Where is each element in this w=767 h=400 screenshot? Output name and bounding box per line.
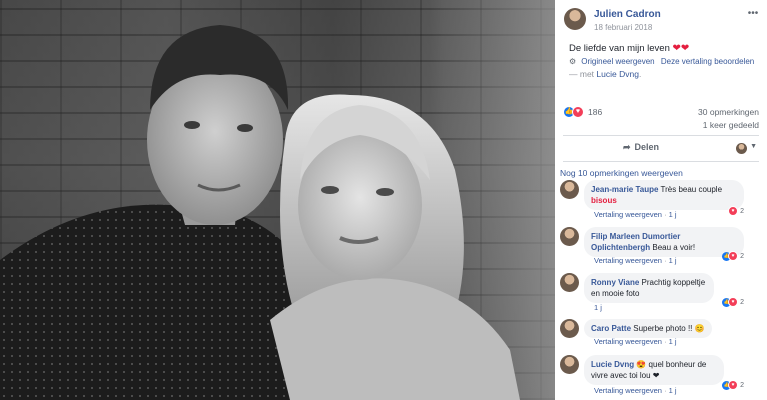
more-options-icon[interactable]: •••	[746, 9, 760, 20]
comment-reaction-count: 2	[740, 298, 744, 306]
separator-dot: ·	[664, 256, 667, 265]
post-date[interactable]: 18 februari 2018	[594, 23, 652, 32]
comment-text-extra: bisous	[591, 196, 617, 205]
comment-reactions[interactable]: 👍 ♥ 2	[722, 380, 744, 390]
love-reaction-icon: ♥	[728, 206, 739, 216]
shares-count-link[interactable]: 1 keer gedeeld	[703, 120, 759, 130]
author-name[interactable]: Julien Cadron	[594, 9, 661, 20]
comment-reaction-count: 2	[740, 207, 744, 215]
comment-time[interactable]: 1 j	[669, 210, 677, 219]
post-actions: ➦ Delen ▼	[563, 138, 759, 160]
comment-reactions[interactable]: ♥ 2	[728, 206, 744, 216]
separator-dot: ·	[664, 210, 667, 219]
commenter-avatar[interactable]	[560, 273, 579, 292]
share-label: Delen	[634, 142, 660, 152]
rate-translation-link[interactable]: Deze vertaling beoordelen	[661, 57, 754, 66]
commenter-name[interactable]: Ronny Viane	[591, 278, 639, 287]
divider	[563, 161, 759, 162]
heart-emoji-icon: ❤❤	[672, 43, 690, 54]
comment-actions: Vertaling weergeven · 1 j	[594, 256, 677, 265]
comment-bubble: Filip Marleen Dumortier Oplichtenbergh B…	[584, 227, 744, 257]
audience-avatar[interactable]	[736, 143, 747, 154]
commenter-avatar[interactable]	[560, 227, 579, 246]
show-translation-link[interactable]: Vertaling weergeven	[594, 256, 662, 265]
share-icon: ➦	[623, 142, 631, 152]
author-avatar[interactable]	[564, 8, 586, 30]
love-reaction-icon[interactable]: ♥	[572, 106, 584, 118]
chevron-down-icon[interactable]: ▼	[750, 143, 757, 150]
comment-actions: Vertaling weergeven · 1 j	[594, 337, 677, 346]
couple-selfie-image	[0, 25, 520, 400]
post-header: Julien Cadron 18 februari 2018 •••	[564, 7, 760, 35]
comment-text: Beau a voir!	[652, 243, 696, 252]
commenter-name[interactable]: Caro Patte	[591, 324, 631, 333]
comment-reaction-count: 2	[740, 381, 744, 389]
reaction-count[interactable]: 186	[588, 107, 602, 117]
reactions-summary: 👍 ♥ 186 30 opmerkingen 1 keer gedeeld	[563, 106, 759, 134]
comment-text: Très beau couple	[660, 185, 723, 194]
comment-actions: 1 j	[594, 303, 602, 312]
separator-dot: ·	[664, 337, 667, 346]
divider	[563, 135, 759, 136]
love-reaction-icon: ♥	[728, 251, 739, 261]
translation-row: ⚙ Origineel weergeven Deze vertaling beo…	[569, 57, 754, 66]
view-more-comments-link[interactable]: Nog 10 opmerkingen weergeven	[560, 168, 683, 178]
show-translation-link[interactable]: Vertaling weergeven	[594, 210, 662, 219]
comment-reactions[interactable]: 👍 ♥ 2	[722, 251, 744, 261]
gear-icon: ⚙	[569, 57, 577, 66]
comment-reaction-count: 2	[740, 252, 744, 260]
with-prefix: — met	[569, 69, 595, 79]
post-text-body: De liefde van mijn leven	[569, 43, 670, 54]
comment-bubble: Jean-marie Taupe Très beau couple bisous	[584, 180, 744, 210]
comment-time[interactable]: 1 j	[669, 386, 677, 395]
post-photo[interactable]	[0, 0, 555, 400]
love-reaction-icon: ♥	[728, 380, 739, 390]
comment-time[interactable]: 1 j	[594, 303, 602, 312]
commenter-avatar[interactable]	[560, 180, 579, 199]
show-translation-link[interactable]: Vertaling weergeven	[594, 337, 662, 346]
post-side-panel: Julien Cadron 18 februari 2018 ••• De li…	[555, 0, 767, 400]
comment-actions: Vertaling weergeven · 1 j	[594, 386, 677, 395]
comment-text: Superbe photo !! 😊	[633, 324, 705, 333]
tagged-with: — met Lucie Dvng.	[569, 69, 641, 79]
tagged-person-link[interactable]: Lucie Dvng	[596, 69, 639, 79]
show-translation-link[interactable]: Vertaling weergeven	[594, 386, 662, 395]
share-button[interactable]: ➦ Delen	[623, 142, 659, 153]
comment-reactions[interactable]: 👍 ♥ 2	[722, 297, 744, 307]
commenter-name[interactable]: Lucie Dvng	[591, 360, 634, 369]
post-text: De liefde van mijn leven ❤❤	[569, 43, 689, 54]
with-suffix: .	[638, 69, 642, 79]
comments-count-link[interactable]: 30 opmerkingen	[698, 107, 759, 117]
commenter-name[interactable]: Jean-marie Taupe	[591, 185, 658, 194]
show-original-link[interactable]: Origineel weergeven	[581, 57, 654, 66]
commenter-avatar[interactable]	[560, 319, 579, 338]
comment-bubble: Ronny Viane Prachtig koppeltje en mooie …	[584, 273, 714, 303]
commenter-avatar[interactable]	[560, 355, 579, 374]
love-reaction-icon: ♥	[728, 297, 739, 307]
separator-dot: ·	[664, 386, 667, 395]
comment-time[interactable]: 1 j	[669, 256, 677, 265]
comment-bubble: Caro Patte Superbe photo !! 😊	[584, 319, 712, 338]
comment-bubble: Lucie Dvng 😍 quel bonheur de vivre avec …	[584, 355, 724, 385]
comment-time[interactable]: 1 j	[669, 337, 677, 346]
comment-actions: Vertaling weergeven · 1 j	[594, 210, 677, 219]
